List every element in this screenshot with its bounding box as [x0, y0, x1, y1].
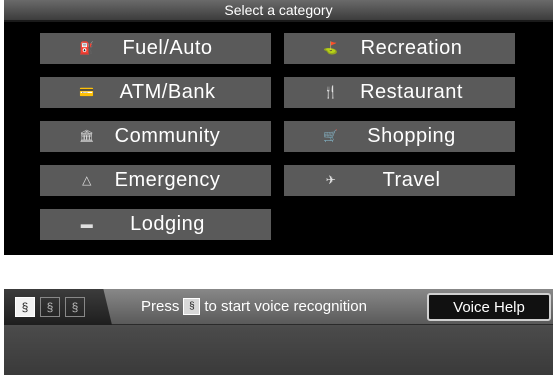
category-screen: Select a category ⛽ Fuel/Auto ⛳ Recreati…	[4, 0, 553, 255]
category-label: Recreation	[360, 37, 463, 59]
voice-screen: § § § Press § to start voice recognition…	[4, 289, 553, 375]
category-travel[interactable]: ✈ Travel	[284, 165, 515, 196]
category-label: Restaurant	[360, 81, 463, 103]
restaurant-icon: 🍴	[323, 85, 339, 99]
category-label: Lodging	[130, 213, 205, 235]
bank-icon: 💳	[79, 85, 95, 99]
category-label: Travel	[382, 169, 441, 191]
talk-button-icon: §	[183, 298, 201, 315]
category-label: Community	[114, 125, 221, 147]
category-recreation[interactable]: ⛳ Recreation	[284, 33, 515, 64]
category-community[interactable]: 🏛 Community	[40, 121, 271, 152]
category-label: Fuel/Auto	[122, 37, 213, 59]
category-lodging[interactable]: ▬ Lodging	[40, 209, 271, 240]
recreation-icon: ⛳	[323, 41, 339, 55]
category-label: Emergency	[114, 169, 221, 191]
category-header: Select a category	[4, 0, 553, 22]
fuel-pump-icon: ⛽	[79, 41, 95, 55]
category-label: ATM/Bank	[119, 81, 216, 103]
voice-tab-2-icon[interactable]: §	[40, 297, 60, 317]
category-shopping[interactable]: 🛒 Shopping	[284, 121, 515, 152]
voice-icon[interactable]: §	[15, 297, 35, 317]
shopping-cart-icon: 🛒	[323, 129, 339, 143]
voice-help-button[interactable]: Voice Help	[427, 293, 551, 321]
voice-bar: § § § Press § to start voice recognition…	[4, 289, 553, 325]
airplane-icon: ✈	[325, 173, 337, 187]
category-fuel-auto[interactable]: ⛽ Fuel/Auto	[40, 33, 271, 64]
category-atm-bank[interactable]: 💳 ATM/Bank	[40, 77, 271, 108]
voice-tab-3-icon[interactable]: §	[65, 297, 85, 317]
prompt-text-start: Press	[141, 298, 180, 315]
category-label: Shopping	[367, 125, 456, 147]
category-restaurant[interactable]: 🍴 Restaurant	[284, 77, 515, 108]
community-icon: 🏛	[79, 129, 95, 143]
emergency-icon: △	[82, 173, 92, 187]
bed-icon: ▬	[80, 217, 94, 231]
voice-prompt: Press § to start voice recognition	[141, 298, 367, 315]
prompt-text-end: to start voice recognition	[204, 298, 367, 315]
category-emergency[interactable]: △ Emergency	[40, 165, 271, 196]
